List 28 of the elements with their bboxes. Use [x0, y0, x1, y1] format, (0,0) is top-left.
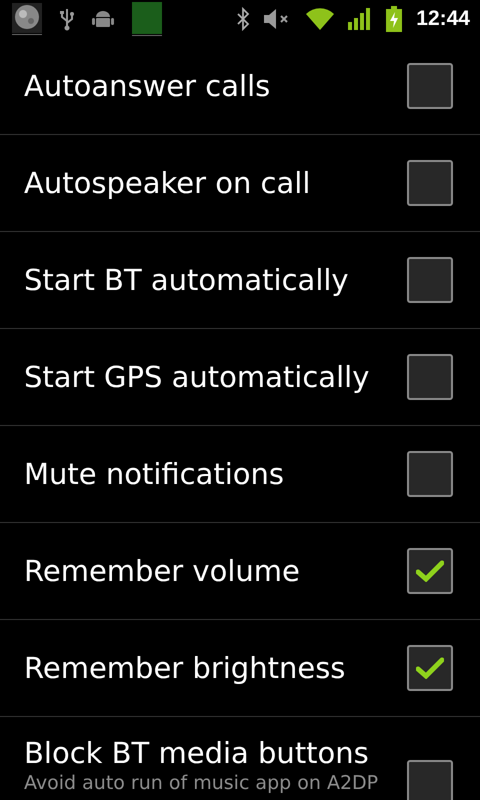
setting-summary: Avoid auto run of music app on A2DP [24, 772, 380, 794]
checkbox[interactable] [407, 451, 453, 497]
checkmark-icon [416, 657, 444, 679]
checkbox[interactable] [407, 257, 453, 303]
checkbox[interactable] [407, 645, 453, 691]
checkbox[interactable] [407, 63, 453, 109]
usb-icon[interactable] [60, 7, 74, 31]
moon-icon[interactable] [12, 3, 42, 35]
setting-title: Start GPS automatically [24, 360, 370, 394]
setting-title: Start BT automatically [24, 263, 350, 297]
battery-charging-icon [386, 6, 402, 32]
checkbox[interactable] [407, 760, 453, 800]
setting-title: Autospeaker on call [24, 166, 312, 200]
checkbox[interactable] [407, 354, 453, 400]
checkbox[interactable] [407, 548, 453, 594]
setting-title: Block BT media buttons [24, 736, 370, 770]
checkbox[interactable] [407, 160, 453, 206]
signal-icon [348, 8, 372, 30]
setting-title: Remember volume [24, 554, 301, 588]
app-thumbnail-icon[interactable] [132, 2, 162, 36]
setting-title: Remember brightness [24, 651, 346, 685]
android-icon[interactable] [92, 8, 114, 30]
setting-title: Mute notifications [24, 457, 286, 491]
wifi-icon [306, 8, 334, 30]
checkmark-icon [416, 560, 444, 582]
clock-time: 12:44 [416, 7, 470, 31]
setting-title: Autoanswer calls [24, 69, 272, 103]
bluetooth-icon [236, 7, 250, 31]
